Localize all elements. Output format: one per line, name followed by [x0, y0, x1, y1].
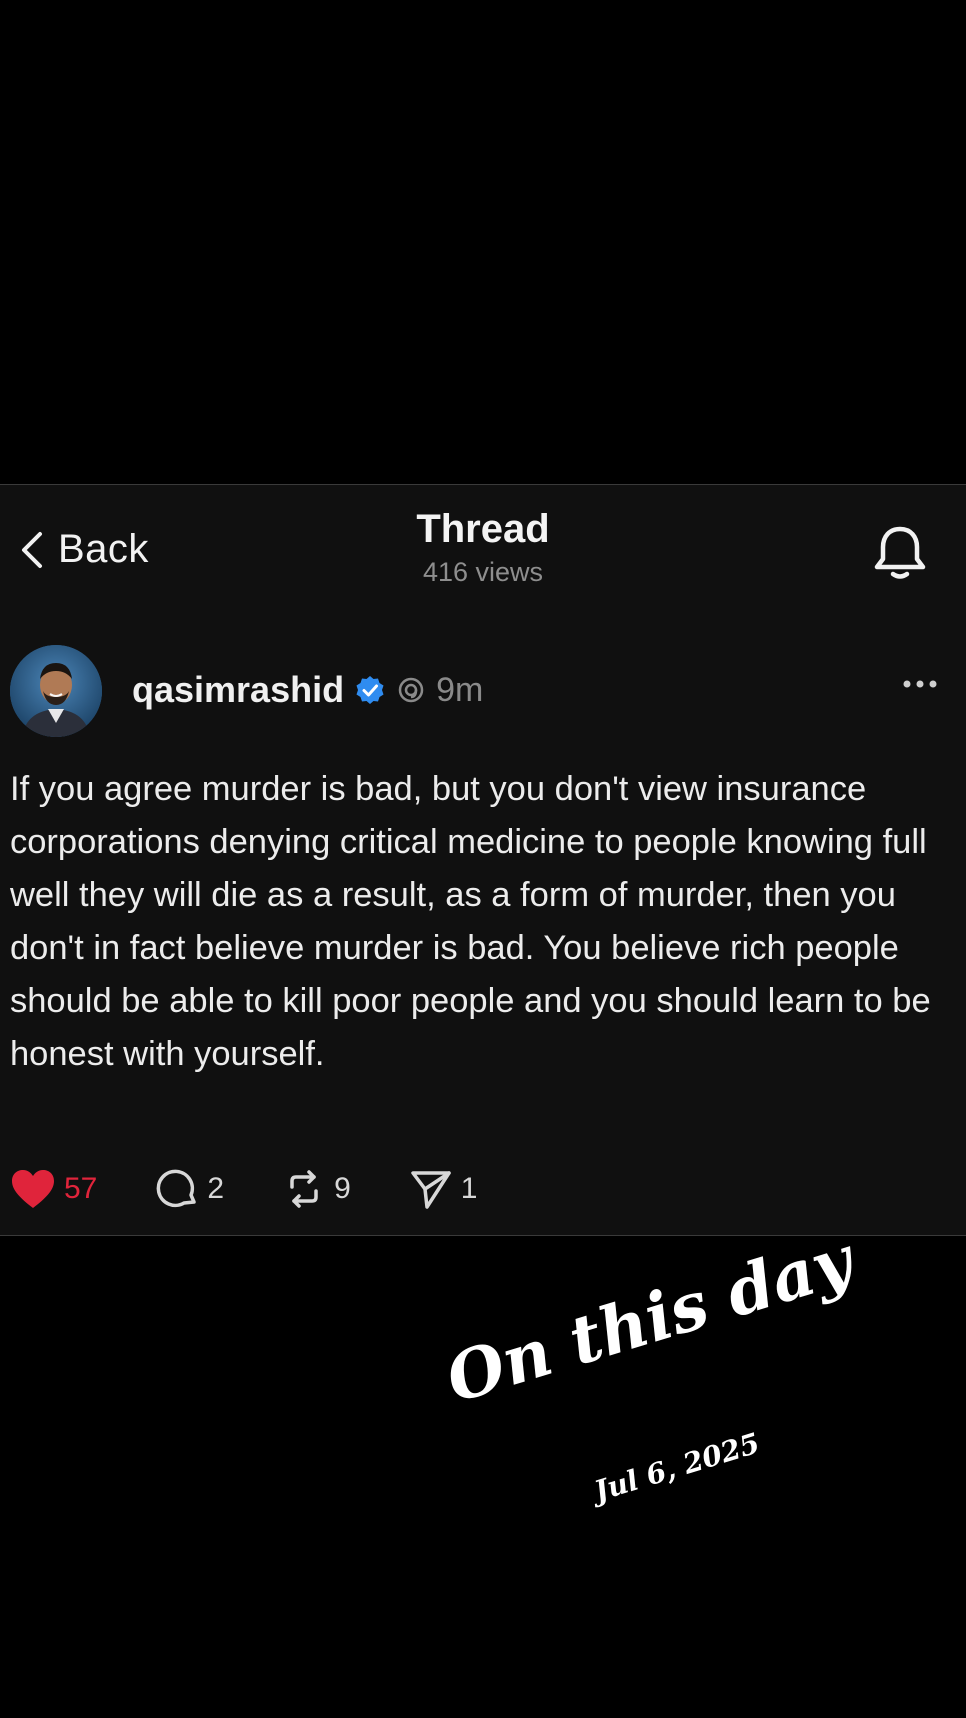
- on-this-day-overlay: On this day Jul 6, 2025: [437, 1221, 900, 1560]
- heart-icon: [10, 1168, 56, 1210]
- repost-count: 9: [334, 1172, 351, 1205]
- post-actions: 57 2 9 1: [10, 1161, 535, 1217]
- share-count: 1: [460, 1172, 478, 1205]
- verified-badge-icon: [354, 674, 386, 706]
- avatar[interactable]: [10, 645, 102, 737]
- post-time: 9m: [436, 670, 484, 709]
- like-count: 57: [64, 1172, 98, 1205]
- share-button[interactable]: 1: [409, 1167, 478, 1211]
- repost-button[interactable]: 9: [282, 1167, 351, 1211]
- memory-date: Jul 6, 2025: [590, 1426, 764, 1508]
- bell-icon[interactable]: [872, 523, 928, 588]
- thread-header: Back Thread 416 views: [0, 485, 966, 605]
- reply-button[interactable]: 2: [155, 1167, 224, 1211]
- thread-card: Back Thread 416 views qasimrashid 9m If …: [0, 484, 966, 1236]
- post-author-row: qasimrashid 9m: [10, 645, 956, 741]
- reply-count: 2: [207, 1172, 225, 1205]
- comment-icon: [155, 1167, 199, 1211]
- more-dots-icon[interactable]: [902, 677, 938, 695]
- post-body: If you agree murder is bad, but you don'…: [10, 770, 931, 1073]
- page-title: Thread: [416, 507, 550, 551]
- like-button[interactable]: 57: [10, 1168, 97, 1210]
- memory-title: On this day: [437, 1220, 862, 1418]
- view-count: 416 views: [422, 557, 544, 587]
- threads-logo-icon: [396, 675, 426, 705]
- author-meta: qasimrashid 9m: [132, 669, 483, 711]
- username[interactable]: qasimrashid: [132, 669, 344, 711]
- repost-icon: [282, 1167, 326, 1211]
- header-title-block: Thread 416 views: [0, 507, 966, 588]
- send-icon: [409, 1167, 453, 1211]
